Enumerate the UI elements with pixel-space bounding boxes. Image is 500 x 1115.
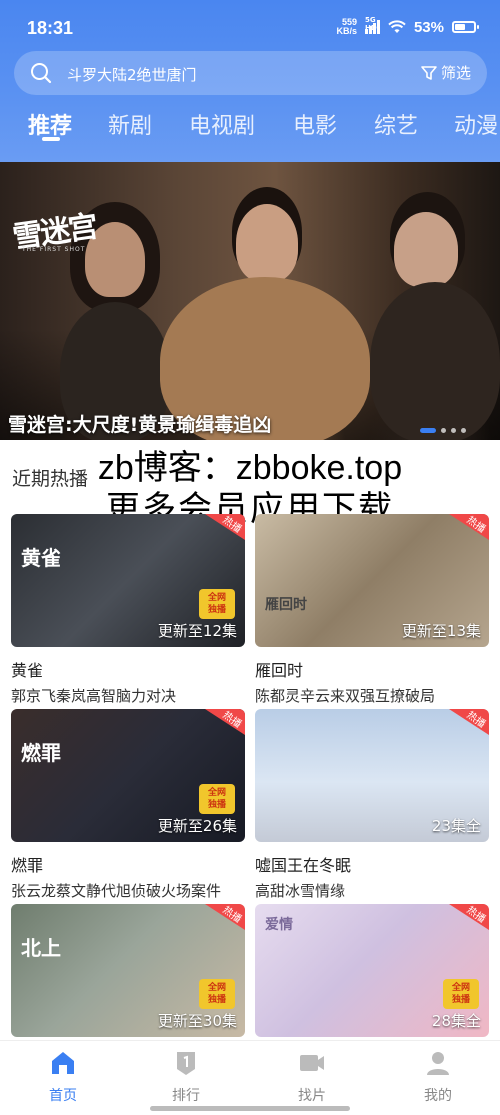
cellular-signal-icon: 5G HD [364,16,380,34]
nav-find[interactable]: 找片 [272,1049,352,1105]
show-card[interactable]: 热播 23集全 嘘国王在冬眠 高甜冰雪情缘 [255,709,489,901]
status-icons: 559 KB/s 5G HD 53% [336,16,479,36]
show-card[interactable]: 北上 热播 全网 独播 更新至30集 [11,904,245,1037]
show-thumbnail[interactable]: 燃罪 热播 全网 独播 更新至26集 [11,709,245,842]
banner-figure [394,212,458,287]
show-title[interactable]: 燃罪 [11,852,245,876]
profile-icon [427,1052,449,1075]
status-time: 18:31 [27,18,74,38]
show-logo: 雁回时 [265,597,307,613]
show-description: 郭京飞秦岚高智脑力对决 [11,687,177,705]
carousel-dots [420,428,466,433]
show-title[interactable]: 黄雀 [11,657,245,681]
nav-label: 首页 [49,1088,77,1104]
filter-button[interactable]: 筛选 [420,62,471,83]
banner-carousel[interactable]: 雪迷宫 THE FIRST SHOT [0,162,500,440]
episode-label: 更新至30集 [157,1012,237,1030]
carousel-dot [420,428,436,433]
episode-label: 更新至26集 [157,817,237,835]
show-thumbnail[interactable]: 黄雀 热播 全网 独播 更新至12集 [11,514,245,647]
episode-label: 更新至12集 [157,622,237,640]
show-description: 陈都灵辛云来双强互撩破局 [255,687,436,705]
bottom-nav: 首页 排行 找片 我的 [0,1040,500,1115]
home-icon [52,1052,74,1074]
tab-anime[interactable]: 动漫 [454,108,498,140]
show-logo: 北上 [21,936,61,960]
show-description: 高甜冰雪情缘 [255,882,346,900]
tab-new-drama[interactable]: 新剧 [108,108,152,140]
nav-home[interactable]: 首页 [23,1049,103,1105]
show-card[interactable]: 燃罪 热播 全网 独播 更新至26集 燃罪 张云龙蔡文静代旭侦破火场案件 [11,709,245,901]
show-title[interactable]: 雁回时 [255,657,489,681]
show-card[interactable]: 爱情 热播 全网 独播 28集全 [255,904,489,1037]
tab-recommend[interactable]: 推荐 [28,108,72,140]
nav-label: 排行 [172,1088,200,1104]
category-tabs: 推荐 新剧 电视剧 电影 综艺 动漫 [0,104,500,154]
show-logo: 黄雀 [21,546,61,570]
header: 18:31 559 KB/s 5G HD 53% 斗罗大陆2绝世唐门 筛选 推荐… [0,0,500,162]
carousel-dot [451,428,456,433]
nav-ranking[interactable]: 排行 [146,1049,226,1105]
show-title[interactable]: 嘘国王在冬眠 [255,852,489,876]
carousel-dot [441,428,446,433]
exclusive-badge: 全网 独播 [443,979,479,1009]
wifi-icon [388,20,406,33]
video-camera-icon [300,1055,324,1071]
tab-tv-series[interactable]: 电视剧 [189,108,255,140]
show-card[interactable]: 黄雀 热播 全网 独播 更新至12集 黄雀 郭京飞秦岚高智脑力对决 [11,514,245,706]
network-speed: 559 KB/s [336,17,357,36]
exclusive-badge: 全网 独播 [199,589,235,619]
filter-label: 筛选 [440,64,471,82]
show-logo: 燃罪 [21,741,61,765]
show-logo: 爱情 [265,917,293,933]
episode-label: 23集全 [431,817,481,835]
search-input[interactable]: 斗罗大陆2绝世唐门 [67,64,197,85]
status-bar: 18:31 559 KB/s 5G HD 53% [0,0,500,58]
exclusive-badge: 全网 独播 [199,979,235,1009]
nav-label: 我的 [424,1088,452,1104]
filter-icon [421,65,437,80]
episode-label: 更新至13集 [401,622,481,640]
carousel-dot [461,428,466,433]
nav-profile[interactable]: 我的 [398,1049,478,1105]
banner-title[interactable]: 雪迷宫:大尺度!黄景瑜缉毒追凶 [8,410,271,437]
show-thumbnail[interactable]: 热播 23集全 [255,709,489,842]
home-indicator [150,1106,350,1111]
show-description: 张云龙蔡文静代旭侦破火场案件 [11,882,222,900]
search-icon [31,63,52,84]
banner-figure [236,204,298,282]
tab-movie[interactable]: 电影 [293,108,337,140]
banner-show-logo-sub: THE FIRST SHOT [22,246,86,253]
tab-indicator [42,137,60,141]
battery-icon [452,21,479,33]
show-thumbnail[interactable]: 北上 热播 全网 独播 更新至30集 [11,904,245,1037]
exclusive-badge: 全网 独播 [199,784,235,814]
episode-label: 28集全 [431,1012,481,1030]
nav-label: 找片 [298,1088,326,1104]
show-thumbnail[interactable]: 雁回时 热播 更新至13集 [255,514,489,647]
show-card[interactable]: 雁回时 热播 更新至13集 雁回时 陈都灵辛云来双强互撩破局 [255,514,489,706]
banner-figure [370,282,500,440]
search-bar[interactable]: 斗罗大陆2绝世唐门 筛选 [14,51,487,95]
battery-percent: 53% [413,18,444,36]
tab-variety[interactable]: 综艺 [374,108,418,140]
ranking-icon [177,1052,195,1075]
show-thumbnail[interactable]: 爱情 热播 全网 独播 28集全 [255,904,489,1037]
